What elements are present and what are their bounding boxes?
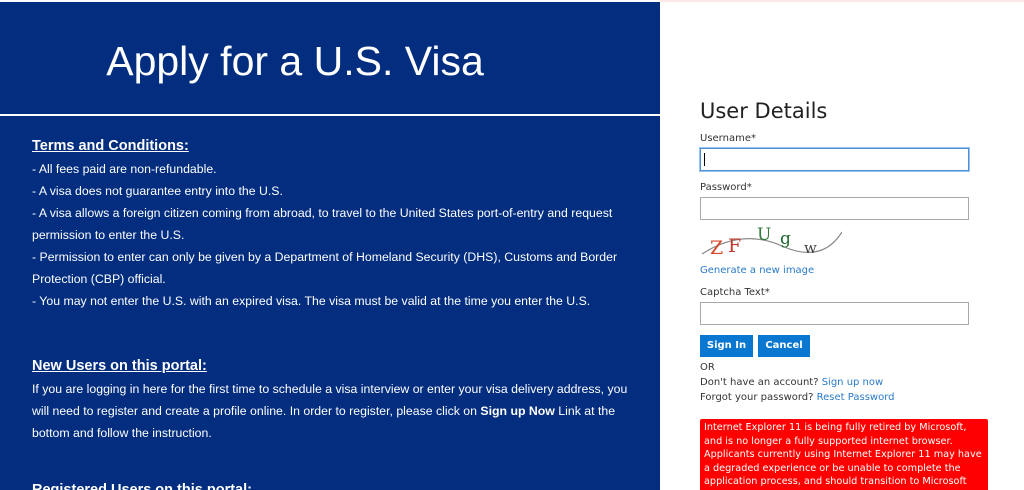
captcha-char-z: Z: [710, 237, 723, 259]
no-account-text: Don't have an account?: [700, 377, 819, 388]
user-details-title: User Details: [700, 99, 828, 123]
captcha-char-f: F: [728, 235, 741, 257]
password-input[interactable]: [700, 197, 969, 220]
info-panel: Apply for a U.S. Visa Terms and Conditio…: [0, 2, 660, 490]
cancel-button[interactable]: Cancel: [758, 335, 810, 357]
text-caret: [704, 153, 705, 166]
terms-item: - You may not enter the U.S. with an exp…: [32, 294, 591, 308]
terms-item: - All fees paid are non-refundable.: [32, 162, 217, 176]
captcha-input[interactable]: [700, 302, 969, 325]
new-users-heading: New Users on this portal:: [32, 358, 207, 374]
terms-list: - All fees paid are non-refundable. - A v…: [32, 158, 632, 312]
password-label: Password*: [700, 182, 752, 193]
login-panel: User Details Username* Password* Z F U g…: [700, 0, 1020, 490]
sign-up-now-text: Sign up Now: [480, 404, 555, 418]
sign-up-link[interactable]: Sign up now: [822, 377, 884, 388]
username-label: Username*: [700, 133, 756, 144]
terms-item: - A visa allows a foreign citizen coming…: [32, 206, 613, 242]
generate-image-link[interactable]: Generate a new image: [700, 265, 814, 276]
sign-in-button[interactable]: Sign In: [700, 335, 753, 357]
captcha-char-w: w: [804, 239, 817, 257]
new-users-text: If you are logging in here for the first…: [32, 378, 632, 444]
username-input[interactable]: [700, 148, 969, 171]
ie11-alert: Internet Explorer 11 is being fully reti…: [700, 419, 988, 490]
registered-users-heading: Registered Users on this portal:: [32, 482, 252, 490]
forgot-password-text: Forgot your password?: [700, 392, 814, 403]
terms-item: - Permission to enter can only be given …: [32, 250, 618, 286]
forgot-row: Forgot your password? Reset Password: [700, 392, 894, 403]
or-text: OR: [700, 362, 715, 373]
captcha-label: Captcha Text*: [700, 287, 770, 298]
reset-password-link[interactable]: Reset Password: [817, 392, 895, 403]
terms-item: - A visa does not guarantee entry into t…: [32, 184, 283, 198]
captcha-char-g: g: [780, 229, 791, 249]
page-title: Apply for a U.S. Visa: [106, 38, 484, 84]
captcha-char-u: U: [757, 225, 771, 245]
info-content: Terms and Conditions: - All fees paid ar…: [32, 136, 632, 490]
captcha-image: Z F U g w: [702, 225, 842, 259]
sign-up-row: Don't have an account? Sign up now: [700, 377, 883, 388]
terms-heading: Terms and Conditions:: [32, 138, 189, 154]
banner: Apply for a U.S. Visa: [0, 2, 660, 116]
